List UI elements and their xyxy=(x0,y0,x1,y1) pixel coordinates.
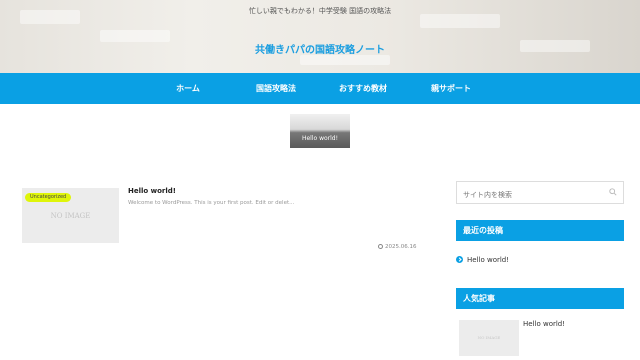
site-tagline: 忙しい親でもわかる！中学受験 国語の攻略法 xyxy=(248,7,392,15)
nav-item-parent-support[interactable]: 親サポート xyxy=(413,73,489,104)
search-input[interactable] xyxy=(457,184,597,206)
site-title[interactable]: 共働きパパの国語攻略ノート xyxy=(0,41,640,56)
wall-texture xyxy=(420,14,500,28)
clock-icon xyxy=(378,244,383,249)
post-title[interactable]: Hello world! xyxy=(128,187,176,195)
popular-posts-heading: 人気記事 xyxy=(456,288,624,309)
no-image-placeholder: NO IMAGE xyxy=(50,212,91,220)
nav-item-home[interactable]: ホーム xyxy=(150,73,226,104)
chevron-right-icon xyxy=(456,256,463,263)
recent-post-label: Hello world! xyxy=(467,256,510,264)
category-badge[interactable]: Uncategorized xyxy=(25,193,72,202)
nav-item-materials[interactable]: おすすめ教材 xyxy=(325,73,401,104)
featured-post-title: Hello world! xyxy=(301,135,339,142)
featured-post-card[interactable]: Hello world! xyxy=(290,114,350,148)
post-excerpt: Welcome to WordPress. This is your first… xyxy=(128,200,295,206)
nav-item-strategy[interactable]: 国語攻略法 xyxy=(238,73,314,104)
popular-post-title[interactable]: Hello world! xyxy=(523,320,565,328)
no-image-placeholder: NO IMAGE xyxy=(477,335,501,340)
search-icon[interactable] xyxy=(609,188,617,196)
post-date-text: 2025.06.16 xyxy=(385,244,417,250)
recent-posts-heading: 最近の投稿 xyxy=(456,220,624,241)
wall-texture xyxy=(300,55,390,65)
site-header: 忙しい親でもわかる！中学受験 国語の攻略法 共働きパパの国語攻略ノート xyxy=(0,0,640,73)
search-box xyxy=(456,181,624,206)
post-date: 2025.06.16 xyxy=(378,244,417,250)
popular-post-thumbnail[interactable]: NO IMAGE xyxy=(459,320,519,356)
main-nav: ホーム 国語攻略法 おすすめ教材 親サポート xyxy=(0,73,640,104)
recent-post-item[interactable]: Hello world! xyxy=(456,256,509,264)
